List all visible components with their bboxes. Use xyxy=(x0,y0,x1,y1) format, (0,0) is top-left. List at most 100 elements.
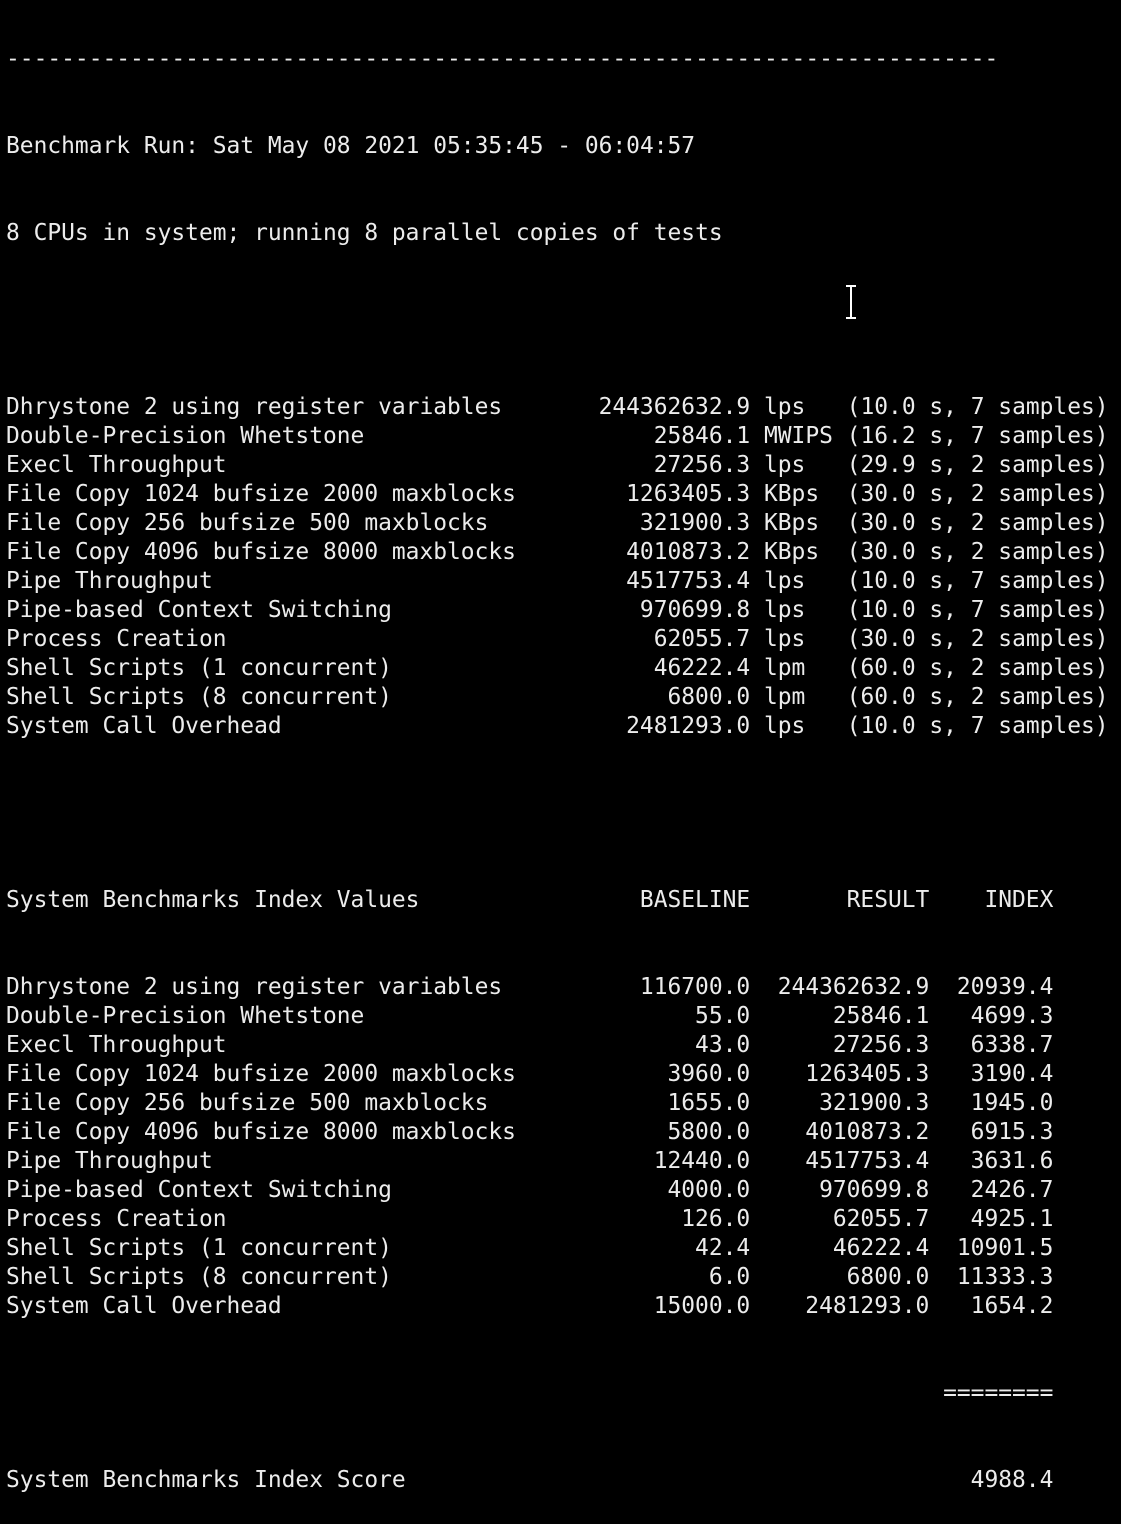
test-name: Pipe Throughput xyxy=(6,568,213,594)
test-unit: lps xyxy=(763,626,806,652)
test-value: 244362632.9 xyxy=(598,394,751,420)
test-detail: (10.0 s, 7 samples) xyxy=(846,394,1109,420)
test-unit: lps xyxy=(763,568,806,594)
test-row: File Copy 256 bufsize 500 maxblocks 32190… xyxy=(6,509,1109,538)
test-unit: KBps xyxy=(763,539,820,565)
result-value: 4517753.4 xyxy=(805,1148,930,1174)
test-name: Process Creation xyxy=(6,626,227,652)
test-value: 6800.0 xyxy=(667,684,751,710)
test-row: Process Creation 62055.7 lps (30.0 s, 2 s… xyxy=(6,625,1109,654)
test-detail: (30.0 s, 2 samples) xyxy=(846,510,1109,536)
test-results: Dhrystone 2 using register variables 2443… xyxy=(6,393,1109,741)
test-unit: lps xyxy=(763,452,806,478)
test-name: Double-Precision Whetstone xyxy=(6,423,365,449)
index-test-name: File Copy 256 bufsize 500 maxblocks xyxy=(6,1090,489,1116)
score-label: System Benchmarks Index Score xyxy=(6,1467,406,1493)
test-unit: KBps xyxy=(763,510,820,536)
index-value: 6338.7 xyxy=(970,1032,1054,1058)
index-value: 6915.3 xyxy=(970,1119,1054,1145)
test-name: Shell Scripts (1 concurrent) xyxy=(6,655,392,681)
test-name: File Copy 4096 bufsize 8000 maxblocks xyxy=(6,539,516,565)
result-value: 25846.1 xyxy=(832,1003,930,1029)
index-row: File Copy 1024 bufsize 2000 maxblocks 396… xyxy=(6,1060,1109,1089)
index-row: Shell Scripts (1 concurrent) 42.4 46222.4 1… xyxy=(6,1234,1109,1263)
test-detail: (10.0 s, 7 samples) xyxy=(846,568,1109,594)
test-detail: (60.0 s, 2 samples) xyxy=(846,655,1109,681)
baseline-value: 1655.0 xyxy=(667,1090,751,1116)
index-value: 20939.4 xyxy=(956,974,1054,1000)
index-test-name: File Copy 1024 bufsize 2000 maxblocks xyxy=(6,1061,516,1087)
test-name: Shell Scripts (8 concurrent) xyxy=(6,684,392,710)
index-row: Double-Precision Whetstone 55.0 25846.1 469… xyxy=(6,1002,1109,1031)
test-row: File Copy 4096 bufsize 8000 maxblocks 401… xyxy=(6,538,1109,567)
index-row: System Call Overhead 15000.0 2481293.0 1654… xyxy=(6,1292,1109,1321)
test-value: 25846.1 xyxy=(653,423,751,449)
separator-line: ----------------------------------------… xyxy=(6,46,999,72)
index-value: 3631.6 xyxy=(970,1148,1054,1174)
result-value: 46222.4 xyxy=(832,1235,930,1261)
index-row: Pipe Throughput 12440.0 4517753.4 3631.6 xyxy=(6,1147,1109,1176)
baseline-value: 5800.0 xyxy=(667,1119,751,1145)
test-value: 27256.3 xyxy=(653,452,751,478)
index-test-name: System Call Overhead xyxy=(6,1293,282,1319)
index-value: 10901.5 xyxy=(956,1235,1054,1261)
test-value: 1263405.3 xyxy=(626,481,751,507)
test-name: Pipe-based Context Switching xyxy=(6,597,392,623)
baseline-value: 6.0 xyxy=(708,1264,751,1290)
baseline-value: 4000.0 xyxy=(667,1177,751,1203)
result-value: 27256.3 xyxy=(832,1032,930,1058)
index-value: 3190.4 xyxy=(970,1061,1054,1087)
test-unit: lpm xyxy=(763,655,806,681)
test-name: File Copy 256 bufsize 500 maxblocks xyxy=(6,510,489,536)
test-row: System Call Overhead 2481293.0 lps (10.0 … xyxy=(6,712,1109,741)
index-values: Dhrystone 2 using register variables 1167… xyxy=(6,973,1109,1321)
result-value: 1263405.3 xyxy=(805,1061,930,1087)
baseline-value: 55.0 xyxy=(695,1003,751,1029)
test-unit: KBps xyxy=(763,481,820,507)
index-value: 1654.2 xyxy=(970,1293,1054,1319)
test-detail: (60.0 s, 2 samples) xyxy=(846,684,1109,710)
test-detail: (16.2 s, 7 samples) xyxy=(846,423,1109,449)
baseline-value: 126.0 xyxy=(681,1206,751,1232)
test-name: System Call Overhead xyxy=(6,713,282,739)
test-unit: lps xyxy=(763,597,806,623)
test-value: 62055.7 xyxy=(653,626,751,652)
index-test-name: Double-Precision Whetstone xyxy=(6,1003,365,1029)
index-value: 4699.3 xyxy=(970,1003,1054,1029)
index-header: System Benchmarks Index Values BASELINE RE… xyxy=(6,886,1109,915)
test-unit: lpm xyxy=(763,684,806,710)
index-test-name: Dhrystone 2 using register variables xyxy=(6,974,503,1000)
index-row: Dhrystone 2 using register variables 1167… xyxy=(6,973,1109,1002)
score-rule-line: ======== xyxy=(6,1379,1109,1408)
test-value: 4010873.2 xyxy=(626,539,751,565)
result-value: 4010873.2 xyxy=(805,1119,930,1145)
terminal-output[interactable]: ----------------------------------------… xyxy=(6,0,1109,1524)
index-test-name: Pipe Throughput xyxy=(6,1148,213,1174)
index-value: 4925.1 xyxy=(970,1206,1054,1232)
test-detail: (30.0 s, 2 samples) xyxy=(846,626,1109,652)
test-row: File Copy 1024 bufsize 2000 maxblocks 126… xyxy=(6,480,1109,509)
index-value: 1945.0 xyxy=(970,1090,1054,1116)
index-row: Process Creation 126.0 62055.7 4925.1 xyxy=(6,1205,1109,1234)
result-value: 2481293.0 xyxy=(805,1293,930,1319)
index-test-name: File Copy 4096 bufsize 8000 maxblocks xyxy=(6,1119,516,1145)
test-value: 4517753.4 xyxy=(626,568,751,594)
index-row: Pipe-based Context Switching 4000.0 970699… xyxy=(6,1176,1109,1205)
result-value: 244362632.9 xyxy=(777,974,930,1000)
test-detail: (10.0 s, 7 samples) xyxy=(846,597,1109,623)
score-rule: ======== xyxy=(943,1380,1054,1406)
test-detail: (30.0 s, 2 samples) xyxy=(846,539,1109,565)
baseline-value: 3960.0 xyxy=(667,1061,751,1087)
test-unit: MWIPS xyxy=(763,423,833,449)
index-test-name: Process Creation xyxy=(6,1206,227,1232)
index-title: System Benchmarks Index Values xyxy=(6,887,420,913)
text-cursor-icon xyxy=(846,285,856,319)
index-row: File Copy 256 bufsize 500 maxblocks 1655.… xyxy=(6,1089,1109,1118)
test-row: Pipe-based Context Switching 970699.8 lps… xyxy=(6,596,1109,625)
test-row: Double-Precision Whetstone 25846.1 MWIPS … xyxy=(6,422,1109,451)
test-value: 321900.3 xyxy=(639,510,751,536)
result-header: RESULT xyxy=(846,887,930,913)
test-detail: (30.0 s, 2 samples) xyxy=(846,481,1109,507)
